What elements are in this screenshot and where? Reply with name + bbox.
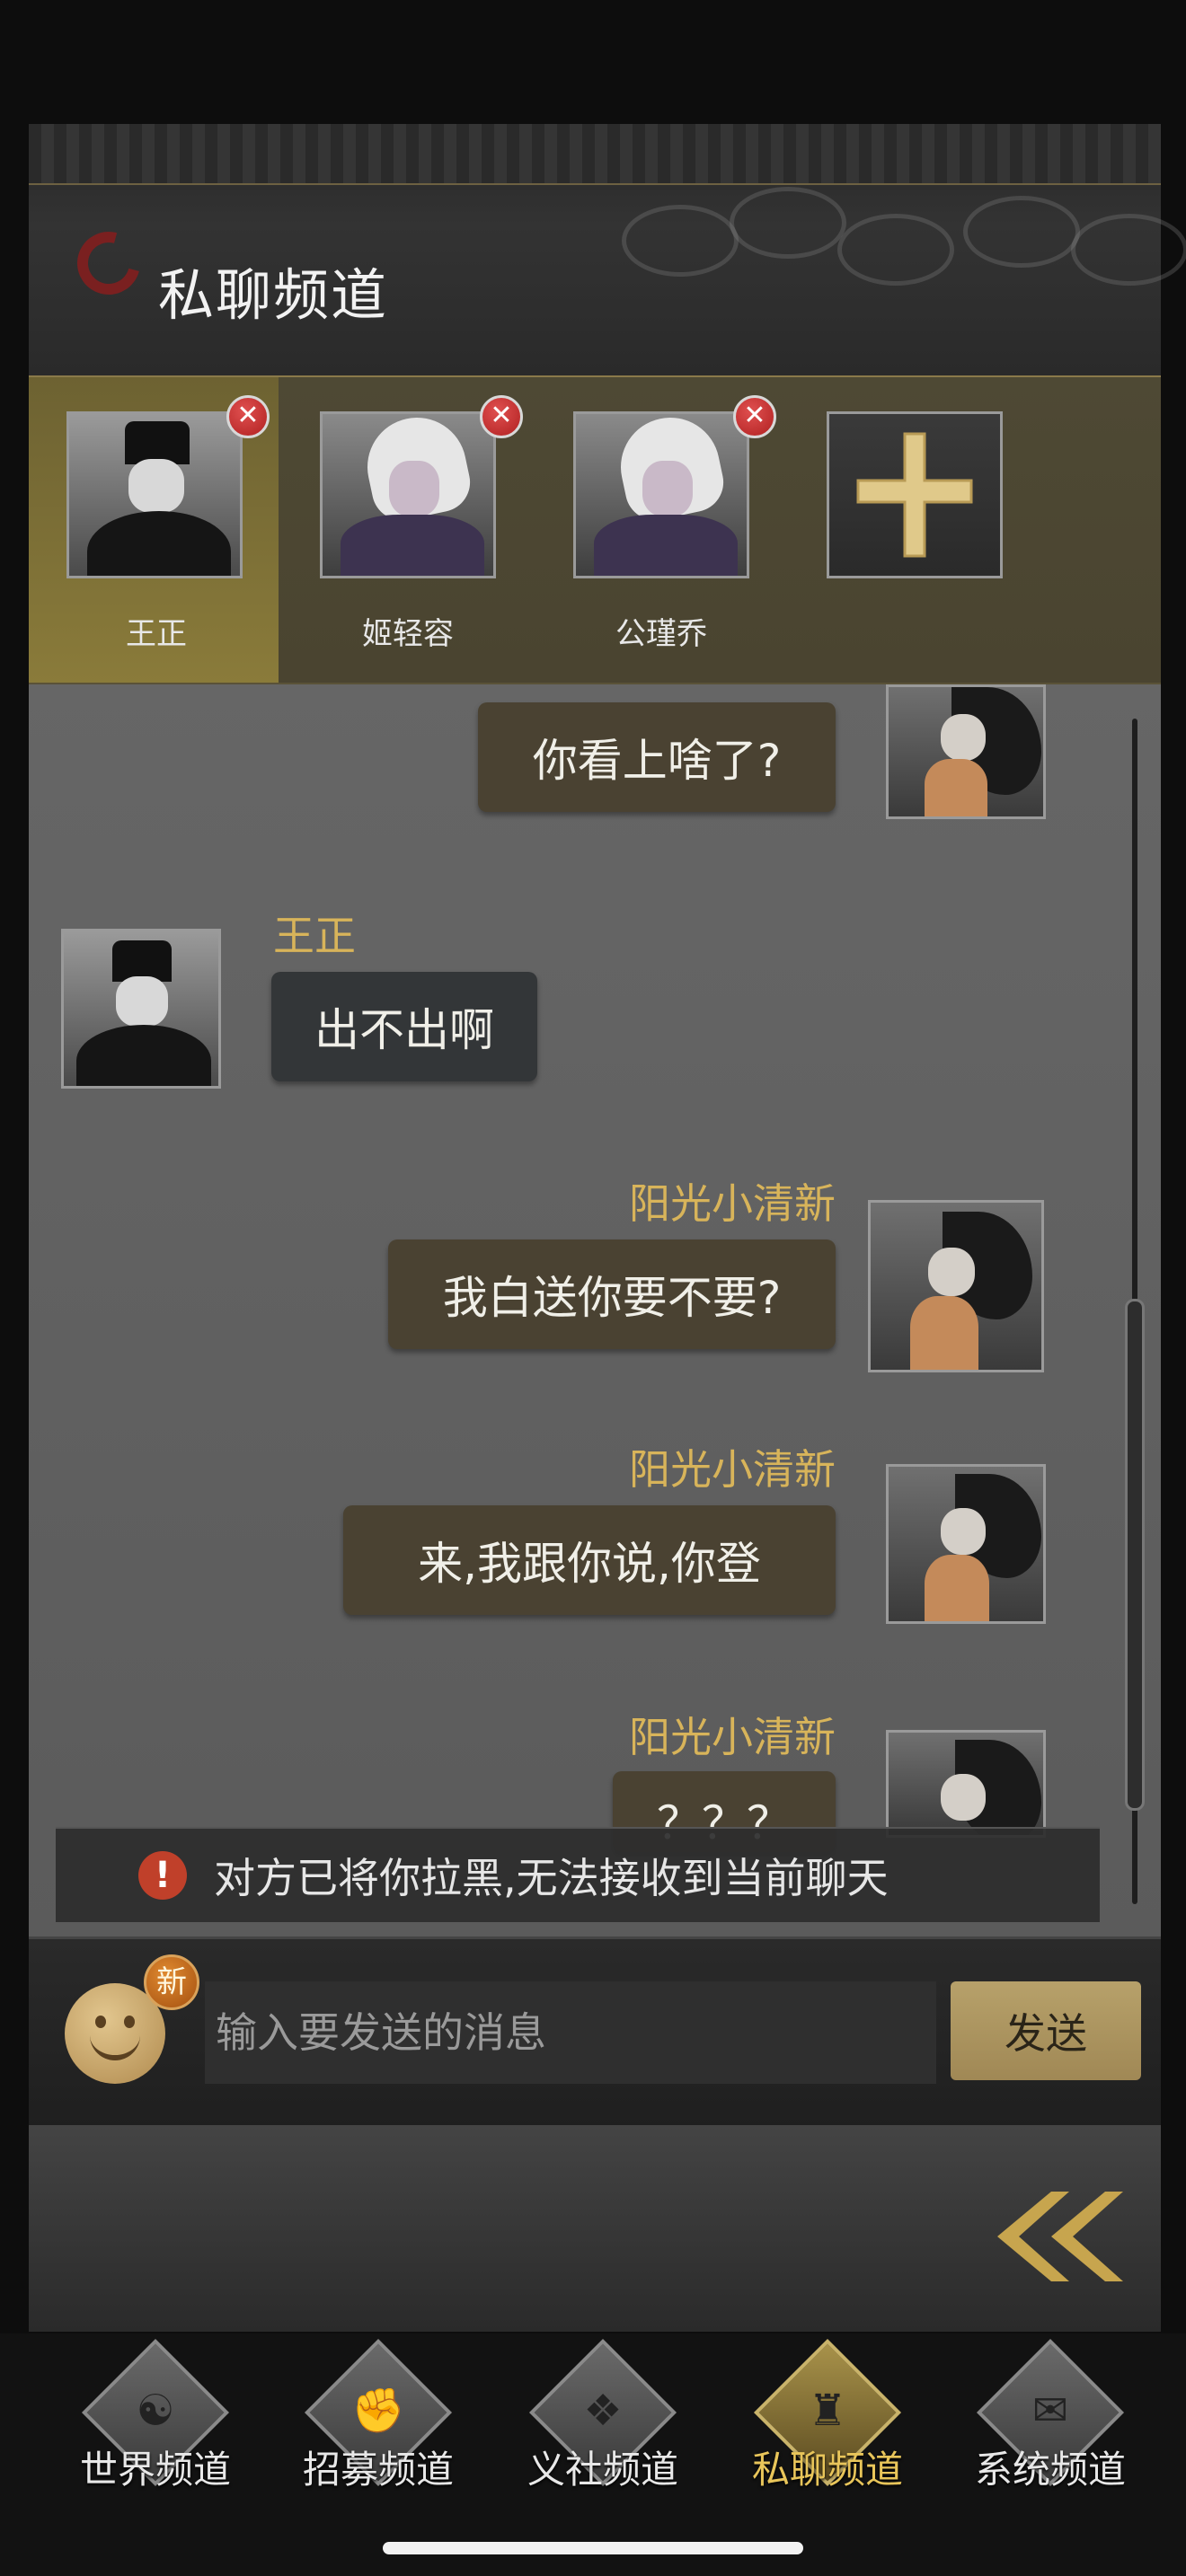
chat-avatar-self[interactable]: [868, 1200, 1044, 1372]
recruit-channel-glyph: ✊: [351, 2386, 405, 2436]
remove-contact-button[interactable]: ✕: [733, 395, 776, 438]
message-bubble[interactable]: 我白送你要不要?: [388, 1239, 836, 1349]
plus-icon: [856, 432, 973, 558]
tab-guild-channel[interactable]: ❖ 义社频道: [491, 2338, 715, 2522]
blocked-notice: ! 对方已将你拉黑,无法接收到当前聊天: [56, 1827, 1100, 1922]
avatar-girl-black-fan: [889, 1467, 1043, 1621]
alert-icon: !: [138, 1851, 187, 1900]
emoji-eye: [124, 2016, 135, 2028]
avatar-girl-black-fan: [889, 1733, 1043, 1835]
message-bubble[interactable]: 出不出啊: [271, 972, 537, 1081]
world-channel-glyph: ☯: [136, 2386, 175, 2436]
contact-avatar[interactable]: [66, 411, 243, 578]
message-bubble[interactable]: 你看上啥了?: [478, 702, 836, 812]
system-channel-glyph: ✉: [1031, 2386, 1069, 2436]
tab-private-channel[interactable]: ♜ 私聊频道: [715, 2338, 940, 2522]
chat-avatar-self[interactable]: [886, 1464, 1046, 1624]
avatar-man-black-hat: [64, 931, 218, 1086]
contact-item-gong-jin-qiao[interactable]: [573, 411, 749, 578]
collapse-chevrons-icon[interactable]: [988, 2183, 1123, 2290]
contact-item-ji-qing-rong[interactable]: [320, 411, 496, 578]
page-title: 私聊频道: [158, 262, 389, 328]
tab-label: 私聊频道: [751, 2448, 903, 2492]
tab-system-channel[interactable]: ✉ 系统频道: [938, 2338, 1163, 2522]
bottom-nav: ☯ 世界频道 ✊ 招募频道 ❖ 义社频道 ♜ 私聊频道 ✉ 系统频道: [0, 2333, 1186, 2576]
private-channel-glyph: ♜: [808, 2386, 847, 2436]
header-decor-band: [29, 124, 1161, 185]
avatar-girl-black-fan: [871, 1203, 1041, 1370]
new-badge: 新: [144, 1954, 199, 2010]
emoji-mouth: [90, 2030, 140, 2060]
avatar-white-hair-warrior: [576, 414, 747, 576]
tab-label: 义社频道: [527, 2448, 678, 2492]
tab-recruit-channel[interactable]: ✊ 招募频道: [266, 2338, 491, 2522]
remove-contact-button[interactable]: ✕: [480, 395, 523, 438]
avatar-white-hair-warrior: [323, 414, 493, 576]
avatar-girl-black-fan: [889, 687, 1043, 816]
emoji-eye: [95, 2016, 106, 2028]
chat-avatar-contact[interactable]: [61, 929, 221, 1089]
contact-name: 姬轻容: [362, 616, 454, 652]
cloud-decor: [730, 187, 846, 259]
tab-world-channel[interactable]: ☯ 世界频道: [43, 2338, 268, 2522]
contact-name: 王正: [126, 616, 187, 652]
cloud-decor: [837, 214, 954, 286]
cloud-decor: [963, 196, 1080, 268]
contact-item-wang-zheng[interactable]: [66, 411, 243, 578]
sender-name: 阳光小清新: [629, 1713, 836, 1761]
chat-scroll-thumb[interactable]: [1125, 1299, 1145, 1811]
contact-avatar[interactable]: [320, 411, 496, 578]
add-contact-button[interactable]: [827, 411, 1003, 578]
send-button[interactable]: 发送: [951, 1981, 1141, 2080]
tab-label: 世界频道: [79, 2448, 231, 2492]
chat-avatar-self[interactable]: [886, 684, 1046, 819]
contact-avatar[interactable]: [573, 411, 749, 578]
sender-name: 阳光小清新: [629, 1445, 836, 1494]
message-input[interactable]: [205, 1981, 936, 2084]
avatar-man-black-hat: [69, 414, 240, 576]
contact-name: 公瑾乔: [615, 616, 707, 652]
cloud-decor: [622, 205, 739, 277]
tab-label: 系统频道: [974, 2448, 1126, 2492]
message-bubble[interactable]: 来,我跟你说,你登: [343, 1505, 836, 1615]
guild-channel-glyph: ❖: [583, 2386, 623, 2436]
chat-avatar-self[interactable]: [886, 1730, 1046, 1838]
home-indicator[interactable]: [383, 2542, 803, 2554]
cloud-decor: [1071, 214, 1186, 286]
remove-contact-button[interactable]: ✕: [226, 395, 270, 438]
sender-name: 王正: [273, 912, 356, 960]
tab-label: 招募频道: [302, 2448, 454, 2492]
blocked-notice-text: 对方已将你拉黑,无法接收到当前聊天: [214, 1854, 889, 1902]
sender-name: 阳光小清新: [629, 1179, 836, 1228]
